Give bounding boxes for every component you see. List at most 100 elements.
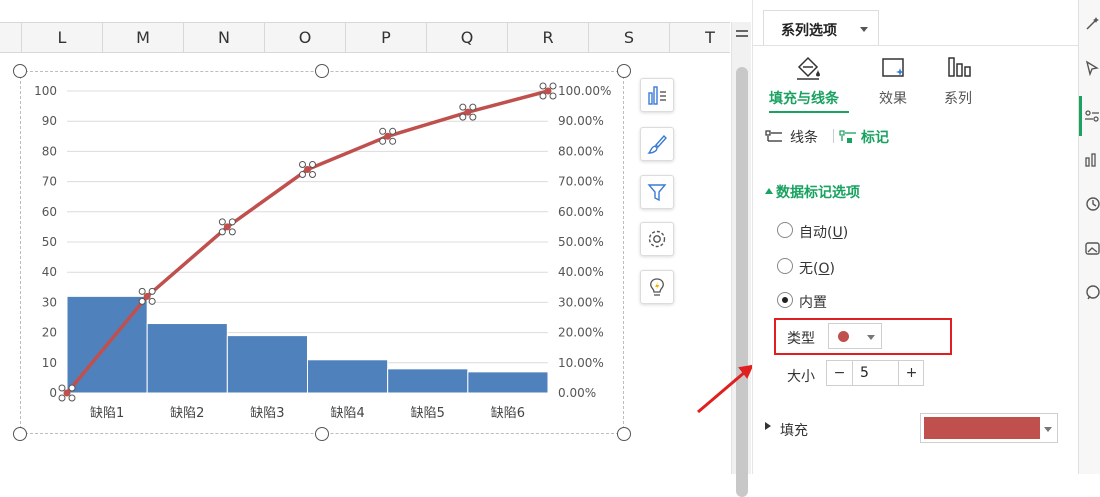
- point-handle: [68, 394, 76, 402]
- bar: [467, 371, 549, 394]
- y-tick-label: 10: [42, 356, 57, 370]
- pareto-chart[interactable]: 0 10 20 30 40 50 60 70 80 90 100 0.00% 10.00% 20.00% 3…: [20, 71, 624, 434]
- chart-elements-button[interactable]: [640, 78, 674, 112]
- column-header-q[interactable]: Q: [426, 23, 507, 53]
- point-handle: [459, 113, 467, 121]
- column-header-m[interactable]: M: [102, 23, 183, 53]
- y2-tick-label: 80.00%: [558, 144, 604, 158]
- column-header-n[interactable]: N: [183, 23, 264, 53]
- radio-none-circle[interactable]: [777, 258, 793, 274]
- marker-label: 标记: [861, 130, 889, 146]
- comment-icon[interactable]: [1084, 284, 1100, 300]
- section-marker-options[interactable]: 数据标记选项: [763, 182, 963, 202]
- x-tick-label: 缺陷1: [90, 406, 124, 421]
- section-fill-title: 填充: [780, 423, 808, 439]
- properties-icon[interactable]: [1084, 108, 1100, 124]
- column-header-o[interactable]: O: [264, 23, 345, 53]
- type-label: 类型: [787, 331, 815, 347]
- radio-builtin-circle[interactable]: [777, 292, 793, 308]
- collapse-triangle-icon: [765, 188, 773, 194]
- point-handle: [389, 127, 397, 135]
- image-icon[interactable]: [1084, 240, 1100, 256]
- point-handle: [309, 161, 316, 169]
- chart-settings-button[interactable]: [640, 222, 674, 256]
- chart-style-button[interactable]: [640, 127, 674, 161]
- fill-bucket-icon: [797, 56, 820, 80]
- chevron-down-icon: [867, 335, 875, 340]
- subtab-fill-line[interactable]: 填充与线条: [765, 52, 851, 112]
- chart-style-icon: [647, 134, 667, 154]
- column-header-l[interactable]: L: [21, 23, 102, 53]
- column-header-row: L M N O P Q R S T: [0, 22, 730, 53]
- y-tick-label: 60: [42, 205, 57, 219]
- y-tick-label: 30: [42, 295, 57, 309]
- annotation-arrow-icon: [697, 364, 754, 414]
- subtab-fill-line-label: 填充与线条: [769, 91, 839, 107]
- history-icon[interactable]: [1084, 196, 1100, 212]
- y2-tick-label: 20.00%: [558, 326, 604, 340]
- column-header-p[interactable]: P: [345, 23, 426, 53]
- fill-color-swatch: [924, 417, 1040, 439]
- tab-series-options[interactable]: 系列选项: [763, 10, 879, 46]
- chart-filter-button[interactable]: [640, 175, 674, 209]
- radio-auto[interactable]: 自动(U): [775, 221, 895, 241]
- subtab-effects[interactable]: 效果: [865, 52, 921, 112]
- size-decrement-button[interactable]: −: [827, 361, 853, 385]
- point-handle: [299, 171, 306, 179]
- active-indicator: [1079, 96, 1082, 136]
- scrollbar-thumb[interactable]: [736, 67, 748, 497]
- bar: [307, 359, 389, 394]
- bar: [226, 335, 308, 394]
- point-handle: [68, 384, 76, 392]
- fill-color-dropdown[interactable]: [920, 413, 1058, 443]
- format-panel: 系列选项 填充与线条 效果 系列 线条 标记 数据标记选项 自动(U) 无(O)…: [752, 0, 1079, 474]
- radio-none[interactable]: 无(O): [775, 257, 895, 277]
- radio-none-accesskey: O: [818, 261, 830, 277]
- column-header-r[interactable]: R: [507, 23, 588, 53]
- point-handle: [309, 171, 316, 179]
- subtab-effects-label: 效果: [879, 91, 907, 107]
- radio-auto-circle[interactable]: [777, 222, 793, 238]
- marker-toggle[interactable]: 标记: [839, 126, 909, 146]
- y-tick-label: 80: [42, 144, 57, 158]
- marker-type-dropdown[interactable]: [828, 323, 882, 349]
- line-icon: [765, 130, 782, 142]
- line-point-marker: [464, 108, 472, 116]
- line-point: [299, 161, 316, 179]
- y2-tick-label: 40.00%: [558, 265, 604, 279]
- radio-auto-tail: ): [842, 225, 849, 241]
- y2-tick-label: 100.00%: [558, 84, 611, 98]
- chart-ideas-icon: [650, 278, 664, 296]
- scrollbar-grip-icon: [736, 30, 748, 32]
- expand-triangle-icon: [765, 422, 771, 430]
- section-fill[interactable]: 填充: [763, 418, 883, 440]
- chart-elements-icon: [648, 86, 666, 105]
- y2-tick-label: 10.00%: [558, 356, 604, 370]
- marker-type-swatch: [838, 331, 849, 342]
- line-point: [218, 218, 236, 236]
- x-tick-label: 缺陷2: [170, 406, 204, 421]
- y2-tick-label: 70.00%: [558, 175, 604, 189]
- y-tick-label: 90: [42, 114, 57, 128]
- radio-builtin[interactable]: 内置: [775, 291, 895, 311]
- size-value[interactable]: 5: [860, 361, 869, 385]
- subtab-series[interactable]: 系列: [933, 52, 989, 112]
- chevron-down-icon: [1044, 427, 1052, 432]
- chart-ideas-button[interactable]: [640, 270, 674, 304]
- magic-wand-icon[interactable]: [1084, 16, 1100, 32]
- size-increment-button[interactable]: +: [898, 361, 924, 385]
- side-toolbar: [1078, 0, 1100, 474]
- line-point-marker: [143, 292, 151, 300]
- point-handle: [138, 287, 146, 295]
- select-icon[interactable]: [1084, 60, 1100, 76]
- chart-icon[interactable]: [1084, 152, 1100, 168]
- column-header-s[interactable]: S: [588, 23, 669, 53]
- line-point-marker: [384, 132, 392, 140]
- line-toggle[interactable]: 线条: [765, 126, 835, 146]
- x-tick-label: 缺陷3: [250, 406, 284, 421]
- point-handle: [218, 228, 226, 236]
- y2-tick-label: 90.00%: [558, 114, 604, 128]
- line-point-marker: [304, 166, 311, 174]
- series-bars-icon: [948, 57, 971, 77]
- section-marker-options-title: 数据标记选项: [776, 185, 860, 201]
